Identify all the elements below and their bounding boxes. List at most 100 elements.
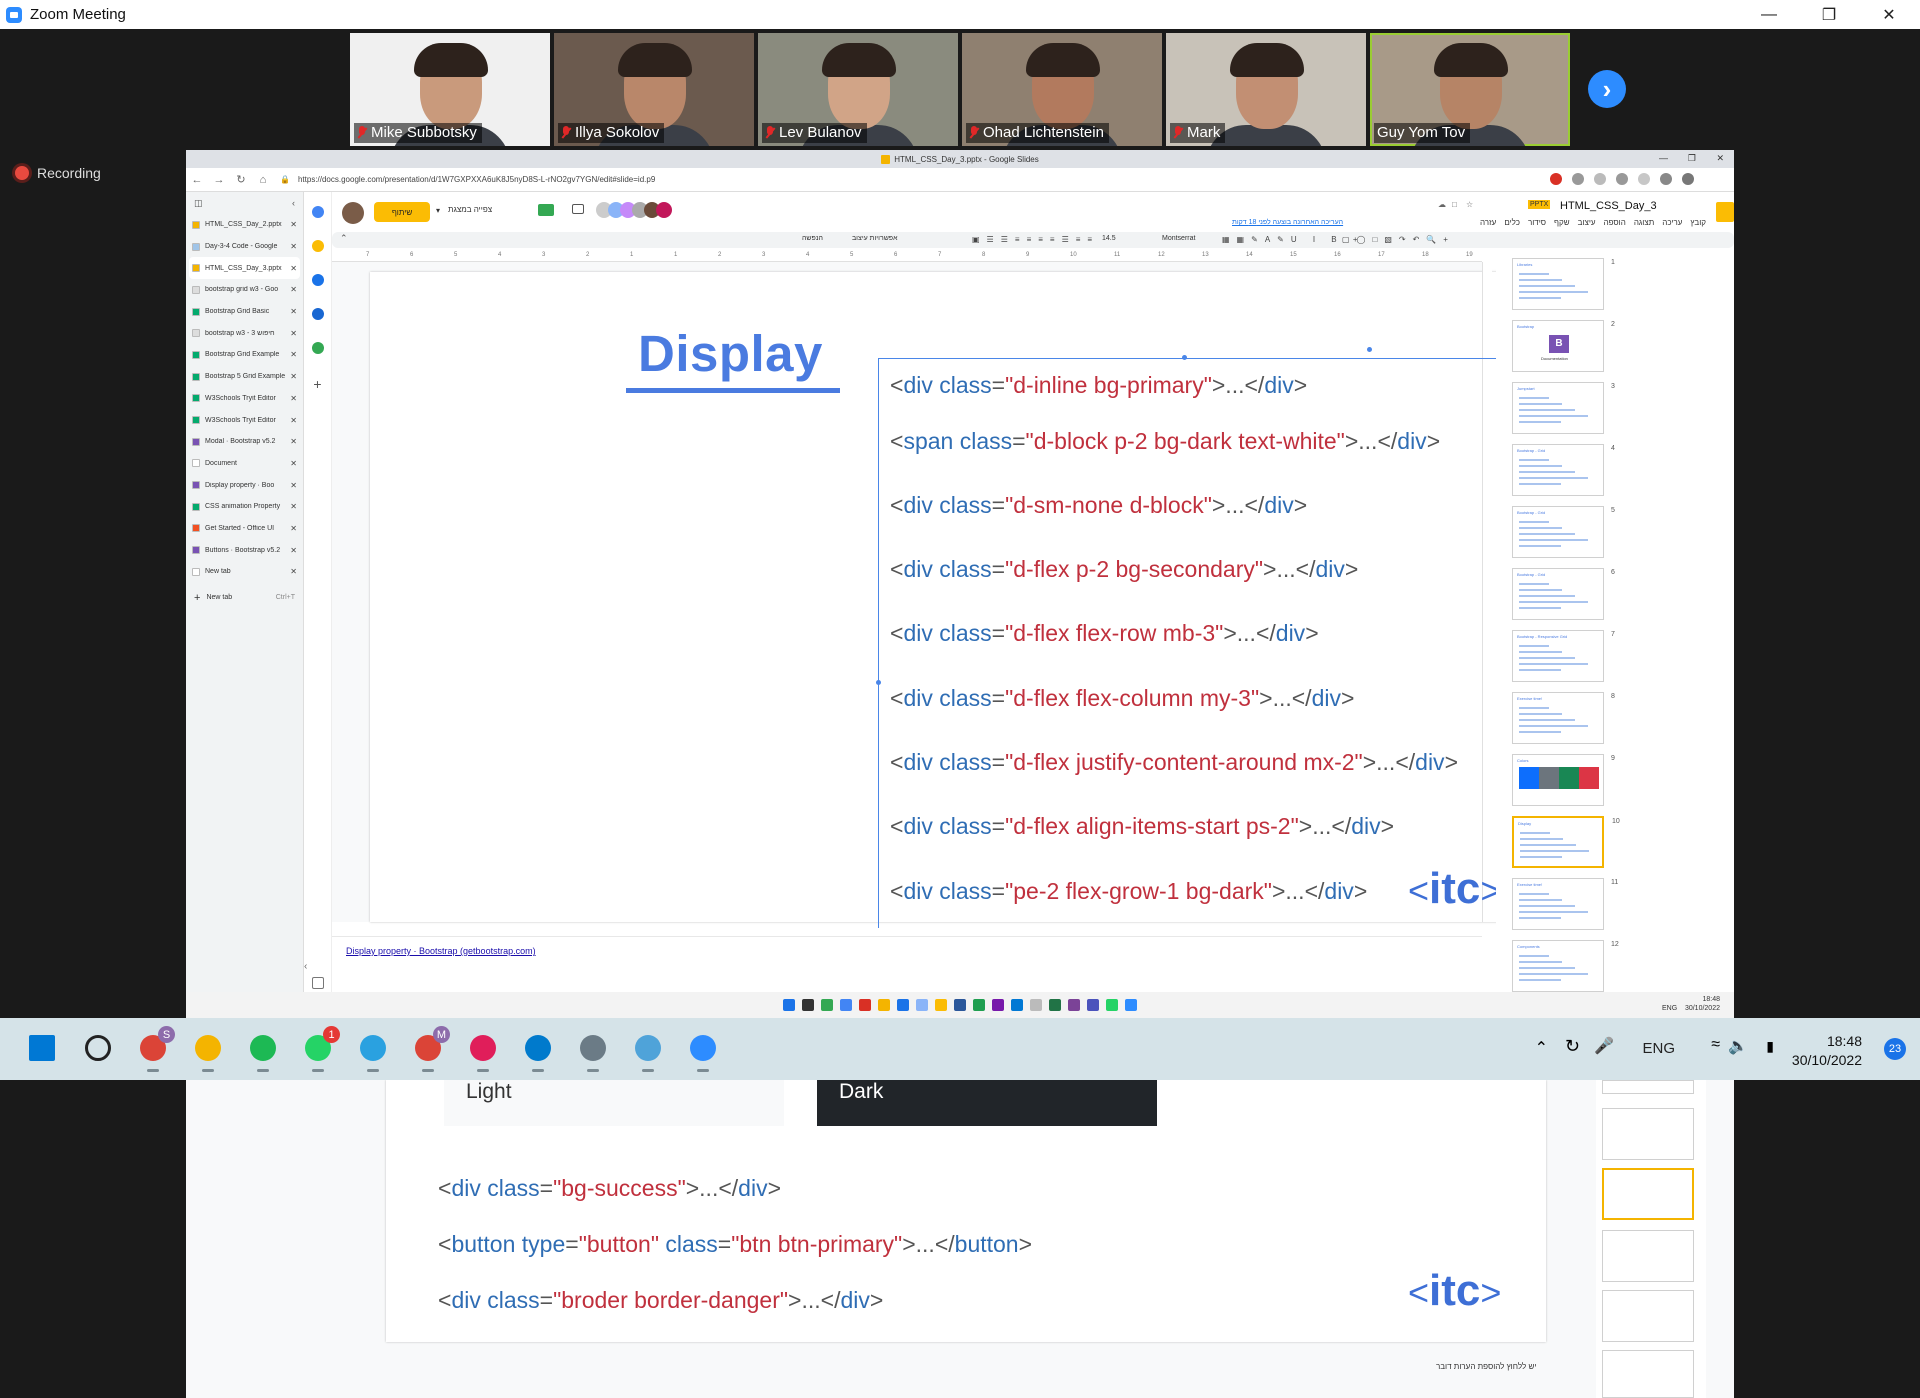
minimize-button[interactable]: —	[1746, 0, 1792, 29]
animate-button[interactable]: הנפשה	[802, 235, 823, 242]
browser-tab[interactable]: Bootstrap 5 Grid Example ✕	[186, 366, 303, 388]
system-clock[interactable]: 18:48 30/10/2022	[1792, 1032, 1862, 1070]
adblock-extension-icon[interactable]	[1550, 173, 1562, 185]
collaborator-avatar[interactable]	[656, 202, 672, 218]
spotify-icon[interactable]	[247, 1032, 279, 1072]
browser-tab[interactable]: HTML_CSS_Day_3.pptx ✕	[189, 257, 300, 280]
slide-thumbnail[interactable]: 1 Libraries	[1512, 258, 1615, 310]
close-tab-icon[interactable]: ✕	[290, 264, 297, 273]
menu-arrange[interactable]: סידור	[1528, 218, 1546, 227]
text-format-icons[interactable]: ▣☰☰≡≡≡≡☰≡≡	[972, 235, 1099, 244]
tab-panel-icon[interactable]: ◫	[194, 198, 203, 209]
volume-icon[interactable]: 🔈	[1728, 1036, 1748, 1056]
menu-format[interactable]: עיצוב	[1578, 218, 1596, 227]
format-options-button[interactable]: אפשרויות עיצוב	[852, 235, 897, 242]
slides-app-icon[interactable]	[1716, 202, 1734, 222]
menu-help[interactable]: עזרה	[1480, 218, 1496, 227]
close-tab-icon[interactable]: ✕	[290, 307, 297, 316]
browser-tab[interactable]: CSS animation Property ✕	[186, 496, 303, 518]
back-arrow-icon[interactable]: ←	[186, 174, 208, 186]
chrome-profile-icon[interactable]: M	[412, 1026, 450, 1072]
participant-tile[interactable]: Illya Sokolov	[554, 33, 754, 146]
close-tab-icon[interactable]: ✕	[290, 567, 297, 576]
slide-thumbnail[interactable]: 8 Exercise time!	[1512, 692, 1615, 744]
close-tab-icon[interactable]: ✕	[290, 502, 297, 511]
home-icon[interactable]: ⌂	[252, 174, 274, 186]
browser-tab[interactable]: W3Schools Tryit Editor ✕	[186, 388, 303, 410]
new-tab-button[interactable]: + New tab Ctrl+T	[186, 589, 303, 607]
close-tab-icon[interactable]: ✕	[290, 350, 297, 359]
menu-insert[interactable]: הוספה	[1604, 218, 1626, 227]
extensions-puzzle-icon[interactable]	[1616, 173, 1628, 185]
calendar-icon[interactable]	[311, 206, 324, 218]
chrome-minimize-button[interactable]: —	[1659, 153, 1668, 163]
close-tab-icon[interactable]: ✕	[290, 546, 297, 555]
comments-icon[interactable]	[572, 204, 584, 214]
browser-tab[interactable]: Display property · Boo ✕	[186, 474, 303, 496]
slide-thumbnail[interactable]: 12 Components	[1512, 940, 1619, 992]
close-tab-icon[interactable]: ✕	[290, 394, 297, 403]
browser-tab[interactable]: Bootstrap Grid Example ✕	[186, 344, 303, 366]
browser-tab[interactable]: bootstrap grid w3 - Goo ✕	[186, 279, 303, 301]
participant-tile[interactable]: Mark	[1166, 33, 1366, 146]
settings-icon[interactable]	[577, 1032, 609, 1072]
close-tab-icon[interactable]: ✕	[290, 242, 297, 251]
close-tab-icon[interactable]: ✕	[290, 285, 297, 294]
slack-icon[interactable]	[467, 1032, 499, 1072]
insert-icons[interactable]: ▢◯□▧↷↶🔍+	[1342, 235, 1455, 244]
participant-tile[interactable]: Ohad Lichtenstein	[962, 33, 1162, 146]
close-tab-icon[interactable]: ✕	[290, 416, 297, 425]
share-button[interactable]: שיתוף	[374, 202, 430, 222]
recording-indicator[interactable]: Recording	[15, 165, 101, 181]
browser-tab[interactable]: Buttons · Bootstrap v5.2 ✕	[186, 539, 303, 561]
close-tab-icon[interactable]: ✕	[290, 481, 297, 490]
close-tab-icon[interactable]: ✕	[290, 329, 297, 338]
browser-tab[interactable]: Bootstrap Grid Basic ✕	[186, 301, 303, 323]
search-icon[interactable]	[82, 1032, 114, 1064]
url-field[interactable]: https://docs.google.com/presentation/d/1…	[298, 175, 655, 184]
slide-thumbnail[interactable]: 2 Bootstrap B Documentation	[1512, 320, 1615, 372]
wifi-icon[interactable]: ≈	[1711, 1036, 1720, 1054]
slide-thumbnail[interactable]: 6 Bootstrap - Grid	[1512, 568, 1615, 620]
present-dropdown-icon[interactable]: ▾	[436, 206, 440, 215]
telegram-icon[interactable]	[357, 1032, 389, 1072]
speaker-note-link[interactable]: Display property · Bootstrap (getbootstr…	[346, 946, 536, 956]
restore-button[interactable]: ❐	[1806, 0, 1852, 29]
user-avatar[interactable]	[342, 202, 364, 224]
gallery-next-page-button[interactable]: ›	[1588, 70, 1626, 108]
slide-thumbnail[interactable]: 10 Display	[1512, 816, 1620, 868]
language-indicator[interactable]: ENG	[1642, 1040, 1675, 1057]
lock-icon[interactable]: 🔒	[280, 175, 290, 184]
chrome-restore-button[interactable]: ❐	[1688, 153, 1696, 164]
last-edit-link[interactable]: העריכה האחרונה בוצעה לפני 18 דקות	[1232, 219, 1343, 226]
move-folder-icon[interactable]: □	[1452, 200, 1457, 209]
paint-icon[interactable]	[632, 1032, 664, 1072]
slide-thumbnail[interactable]: 3 Jumpstart	[1512, 382, 1615, 434]
close-tab-icon[interactable]: ✕	[290, 459, 297, 468]
menu-file[interactable]: קובץ	[1690, 218, 1706, 227]
slide-thumbnail[interactable]: 5 Bootstrap - Grid	[1512, 506, 1615, 558]
collapse-toolbar-icon[interactable]: ⌃	[340, 233, 348, 244]
extension-icon[interactable]	[1572, 173, 1584, 185]
close-tab-icon[interactable]: ✕	[290, 220, 297, 229]
font-size-field[interactable]: 14.5	[1102, 235, 1116, 242]
chrome-menu-icon[interactable]	[1682, 173, 1694, 185]
keep-icon[interactable]	[311, 240, 324, 252]
close-tab-icon[interactable]: ✕	[290, 437, 297, 446]
file-explorer-icon[interactable]	[192, 1032, 224, 1072]
menu-tools[interactable]: כלים	[1504, 218, 1520, 227]
selection-handle[interactable]	[1182, 355, 1187, 360]
font-family-select[interactable]: Montserrat	[1162, 235, 1195, 242]
browser-tab[interactable]: Document ✕	[186, 453, 303, 475]
browser-tab[interactable]: Day-3-4 Code - Google ✕	[186, 236, 303, 258]
speaker-notes-hint[interactable]: יש ללחוץ להוספת הערות דובר	[1436, 1362, 1536, 1371]
windows-start-icon[interactable]	[26, 1032, 58, 1064]
profile-avatar-icon[interactable]	[1660, 173, 1672, 185]
slide-thumbnail[interactable]: 9 Colors	[1512, 754, 1615, 806]
close-tab-icon[interactable]: ✕	[290, 524, 297, 533]
meet-icon[interactable]	[538, 204, 554, 216]
participant-tile[interactable]: Mike Subbotsky	[350, 33, 550, 146]
tasks-icon[interactable]	[311, 274, 324, 286]
slide-thumbnail[interactable]: 4 Bootstrap - Grid	[1512, 444, 1615, 496]
participant-tile[interactable]: Guy Yom Tov	[1370, 33, 1570, 146]
